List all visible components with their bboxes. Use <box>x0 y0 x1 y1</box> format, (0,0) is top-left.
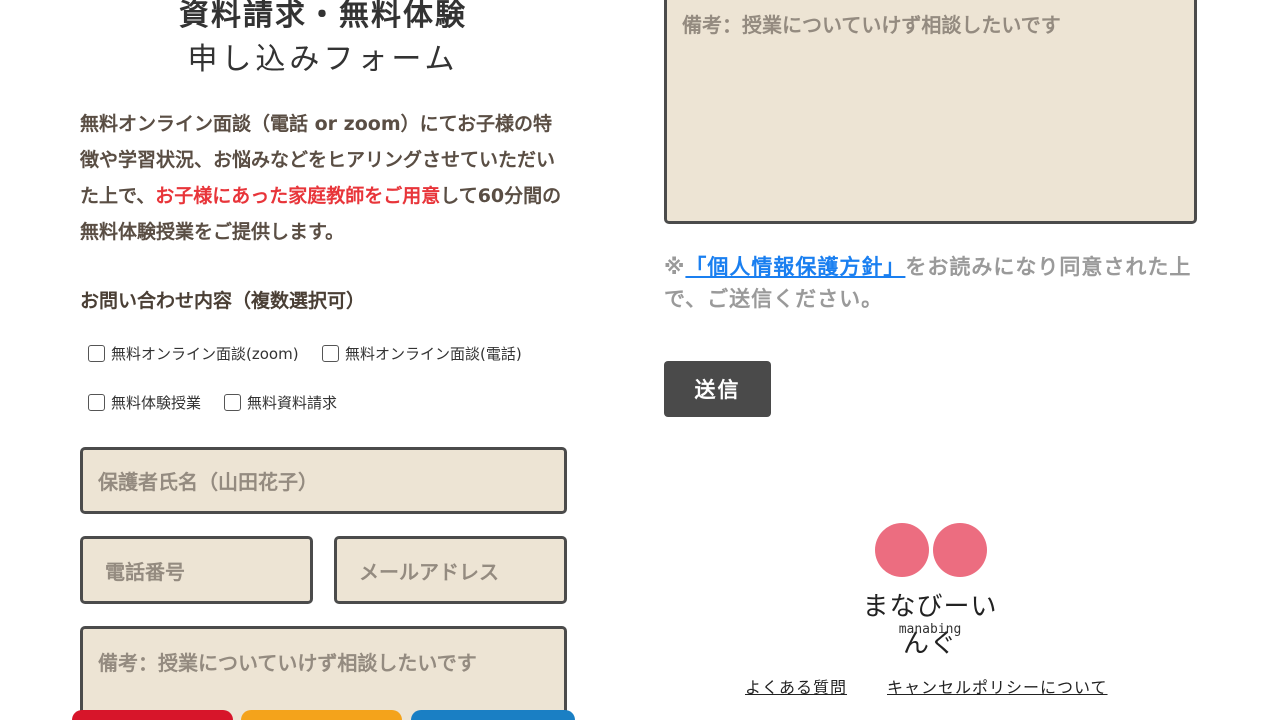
brand-romaji: manabing <box>898 622 962 637</box>
email-placeholder: メールアドレス <box>359 559 499 584</box>
footer-link-faq[interactable]: よくある質問 <box>745 674 847 698</box>
intro-text: 無料オンライン面談（電話 or zoom）にてお子様の特徴や学習状況、お悩みなど… <box>80 106 570 250</box>
consent-prefix: ※ <box>664 255 686 279</box>
floating-cta-button-1[interactable] <box>72 710 233 720</box>
logo-circles-icon <box>875 523 987 577</box>
floating-cta-button-3[interactable] <box>411 710 575 720</box>
email-input[interactable]: メールアドレス <box>334 536 567 604</box>
checkbox-online-interview-zoom[interactable]: 無料オンライン面談(zoom) <box>88 343 299 364</box>
form-title-line1: 資料請求・無料体験 <box>179 0 467 33</box>
checkbox-box[interactable] <box>88 345 105 362</box>
notes-placeholder: 備考：授業についていけず相談したいです <box>682 13 1061 37</box>
checkbox-online-interview-phone[interactable]: 無料オンライン面談(電話) <box>322 343 522 364</box>
privacy-policy-link[interactable]: 「個人情報保護方針」 <box>685 255 905 279</box>
form-title: 資料請求・無料体験 申し込みフォーム <box>80 0 566 82</box>
phone-placeholder: 電話番号 <box>105 559 185 584</box>
floating-cta-button-2[interactable] <box>241 710 402 720</box>
guardian-name-placeholder: 保護者氏名（山田花子） <box>98 470 318 494</box>
checkbox-label: 無料オンライン面談(zoom) <box>111 345 299 363</box>
submit-button[interactable]: 送信 <box>664 361 771 417</box>
checkbox-label: 無料体験授業 <box>111 394 202 412</box>
inquiry-type-label: お問い合わせ内容（複数選択可） <box>80 290 366 312</box>
phone-input[interactable]: 電話番号 <box>80 536 313 604</box>
notes-textarea[interactable]: 備考：授業についていけず相談したいです <box>80 626 567 720</box>
checkbox-box[interactable] <box>224 394 241 411</box>
checkbox-box[interactable] <box>322 345 339 362</box>
checkbox-free-trial-lesson[interactable]: 無料体験授業 <box>88 392 201 413</box>
checkbox-box[interactable] <box>88 394 105 411</box>
privacy-consent-text: ※「個人情報保護方針」をお読みになり同意された上で、ご送信ください。 <box>664 251 1204 315</box>
guardian-name-input[interactable]: 保護者氏名（山田花子） <box>80 447 567 514</box>
brand-logo[interactable]: まなびーいんぐ manabing <box>850 522 1010 659</box>
intro-highlight: お子様にあった家庭教師をご用意 <box>155 185 441 207</box>
notes-textarea-large[interactable]: 備考：授業についていけず相談したいです <box>664 0 1197 224</box>
checkbox-label: 無料資料請求 <box>247 394 338 412</box>
checkbox-label: 無料オンライン面談(電話) <box>345 345 522 363</box>
footer-link-cancel-policy[interactable]: キャンセルポリシーについて <box>887 674 1108 698</box>
checkbox-free-materials[interactable]: 無料資料請求 <box>224 392 337 413</box>
notes-placeholder: 備考：授業についていけず相談したいです <box>98 651 477 675</box>
form-title-line2: 申し込みフォーム <box>187 42 459 77</box>
